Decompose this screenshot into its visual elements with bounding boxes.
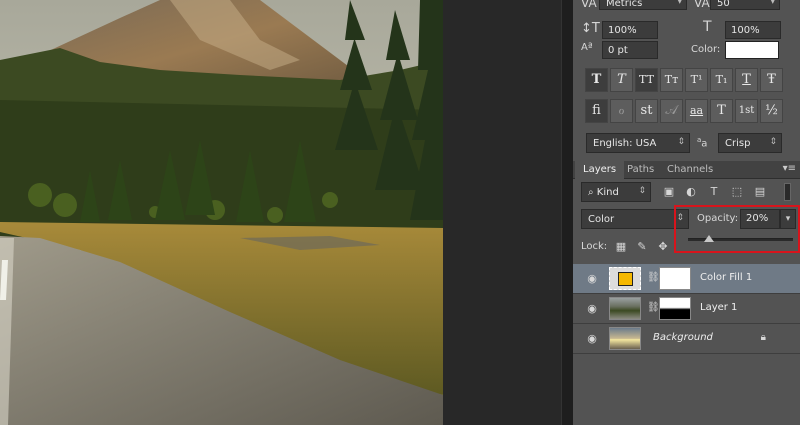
chevron-down-icon: ▾: [770, 0, 775, 7]
layer-thumbnail: [609, 327, 641, 350]
color-label: Color:: [691, 44, 721, 55]
subscript-button[interactable]: T₁: [710, 68, 733, 92]
text-color-swatch[interactable]: [725, 41, 779, 59]
chevron-updown-icon: ⇕: [638, 186, 646, 196]
ligatures-button[interactable]: fi: [585, 99, 608, 123]
horizontal-scale-icon: T: [703, 19, 712, 35]
filter-kind-value: Kind: [596, 187, 619, 198]
layer-mask-thumbnail[interactable]: [659, 267, 691, 290]
search-icon: ⌕: [588, 187, 597, 198]
underline-button[interactable]: T: [735, 68, 758, 92]
chevron-down-icon: ▾: [677, 0, 682, 7]
titling-alternates-button[interactable]: T: [710, 99, 733, 123]
opacity-highlight-box: [674, 205, 800, 253]
tab-channels[interactable]: Channels: [659, 161, 721, 179]
layer-row-color-fill[interactable]: ◉ ⛓ Color Fill 1: [573, 264, 800, 294]
tracking-icon: VA: [694, 0, 710, 10]
strikethrough-button[interactable]: Ŧ: [760, 68, 783, 92]
visibility-eye-icon[interactable]: ◉: [585, 332, 599, 345]
lock-label: Lock:: [581, 241, 608, 252]
layer-name[interactable]: Layer 1: [700, 302, 737, 313]
layer-mask-thumbnail[interactable]: [659, 297, 691, 320]
ordinals-button[interactable]: 1st: [735, 99, 758, 123]
color-fill-swatch: [618, 272, 633, 286]
filter-kind-dropdown[interactable]: ⌕ Kind ⇕: [581, 182, 651, 202]
antialias-value: Crisp: [725, 138, 751, 149]
smart-object-filter-icon[interactable]: ▤: [752, 184, 768, 200]
type-filter-icon[interactable]: T: [706, 184, 722, 200]
layers-panel-tabs: Layers Paths Channels ▾≡: [573, 161, 800, 179]
link-chain-icon[interactable]: ⛓: [647, 272, 660, 283]
lock-transparent-icon[interactable]: ▦: [613, 239, 629, 255]
swash-button[interactable]: 𝒜: [660, 99, 683, 123]
tracking-value: 50: [717, 0, 730, 9]
tab-layers[interactable]: Layers: [575, 161, 625, 179]
horizontal-scale-field[interactable]: 100%: [725, 21, 781, 39]
pixel-filter-icon[interactable]: ▣: [661, 184, 677, 200]
stylistic-alternates-button[interactable]: aa: [685, 99, 708, 123]
antialias-dropdown[interactable]: Crisp ⇕: [718, 133, 782, 153]
old-style-button[interactable]: ℴ: [610, 99, 633, 123]
baseline-shift-field[interactable]: 0 pt: [602, 41, 658, 59]
kerning-icon: VA: [581, 0, 597, 10]
landscape-photo: [0, 0, 443, 425]
kerning-value: Metrics: [606, 0, 643, 9]
visibility-eye-icon[interactable]: ◉: [585, 302, 599, 315]
adjustment-filter-icon[interactable]: ◐: [683, 184, 699, 200]
opentype-buttons: fi ℴ st 𝒜 aa T 1st ½: [585, 99, 783, 125]
layer-thumbnail: [609, 297, 641, 320]
all-caps-button[interactable]: TT: [635, 68, 658, 92]
layer-thumbnail: [609, 267, 641, 290]
faux-italic-button[interactable]: T: [610, 68, 633, 92]
vertical-scale-field[interactable]: 100%: [602, 21, 658, 39]
layer-row-background[interactable]: ◉ Background 🔒︎: [573, 324, 800, 354]
lock-position-icon[interactable]: ✥: [655, 239, 671, 255]
superscript-button[interactable]: T¹: [685, 68, 708, 92]
baseline-shift-icon: Aª: [581, 42, 593, 53]
chevron-updown-icon: ⇕: [677, 137, 685, 147]
fractions-button[interactable]: ½: [760, 99, 783, 123]
kerning-dropdown[interactable]: Metrics ▾: [599, 0, 687, 10]
tracking-dropdown[interactable]: 50 ▾: [710, 0, 780, 10]
antialias-icon-label: a: [701, 138, 708, 150]
antialias-icon: aa: [697, 136, 708, 150]
layer-name[interactable]: Background: [653, 332, 713, 343]
shape-filter-icon[interactable]: ⬚: [729, 184, 745, 200]
blend-mode-dropdown[interactable]: Color ⇕: [581, 209, 689, 229]
type-style-buttons: T T TT Tᴛ T¹ T₁ T Ŧ: [585, 68, 783, 94]
faux-bold-button[interactable]: T: [585, 68, 608, 92]
lock-image-icon[interactable]: ✎: [634, 239, 650, 255]
layer-name[interactable]: Color Fill 1: [700, 272, 752, 283]
chevron-updown-icon: ⇕: [769, 137, 777, 147]
visibility-eye-icon[interactable]: ◉: [585, 272, 599, 285]
discretionary-ligatures-button[interactable]: st: [635, 99, 658, 123]
link-chain-icon[interactable]: ⛓: [647, 302, 660, 313]
right-panel: VA Metrics ▾ VA 50 ▾ ↕T 100% T 100% Aª 0…: [573, 0, 800, 425]
pasteboard: [443, 0, 561, 425]
lock-icon: 🔒︎: [760, 332, 766, 343]
document-canvas[interactable]: [0, 0, 443, 425]
panel-menu-icon[interactable]: ▾≡: [783, 163, 796, 174]
tab-paths[interactable]: Paths: [619, 161, 662, 179]
vertical-scale-icon: ↕T: [581, 21, 600, 36]
language-dropdown[interactable]: English: USA ⇕: [586, 133, 690, 153]
small-caps-button[interactable]: Tᴛ: [660, 68, 683, 92]
filter-toggle[interactable]: [784, 183, 791, 201]
blend-mode-value: Color: [588, 214, 615, 225]
language-value: English: USA: [593, 138, 657, 149]
layer-row-layer-1[interactable]: ◉ ⛓ Layer 1: [573, 294, 800, 324]
panel-divider[interactable]: [561, 0, 573, 425]
